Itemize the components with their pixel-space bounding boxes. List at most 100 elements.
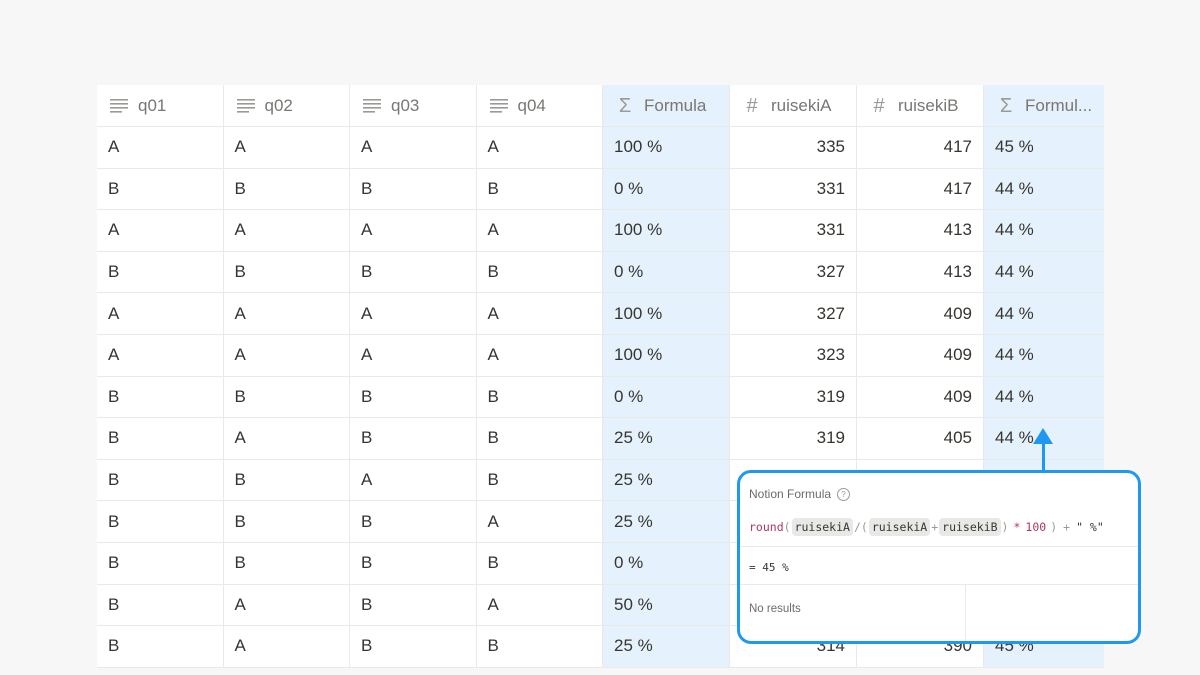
formula-expression[interactable]: round ( ruisekiA / ( ruisekiA + ruisekiB… — [749, 518, 1104, 536]
table-cell[interactable]: B — [477, 376, 603, 418]
table-cell[interactable]: 409 — [857, 293, 984, 334]
table-cell[interactable]: 331 — [730, 210, 857, 251]
table-cell[interactable]: 44 % — [984, 376, 1104, 418]
table-cell[interactable]: 327 — [730, 293, 857, 334]
table-cell[interactable]: B — [97, 584, 224, 626]
table-cell[interactable]: A — [224, 584, 350, 626]
table-cell[interactable]: A — [224, 210, 350, 251]
table-row[interactable]: A A A A 100 % 327 409 44 % — [97, 293, 1104, 335]
table-cell[interactable]: B — [97, 418, 224, 459]
table-cell[interactable]: B — [477, 251, 603, 293]
table-row[interactable]: B A B B 25 % 319 405 44 % — [97, 418, 1104, 460]
table-cell[interactable]: A — [350, 210, 477, 251]
table-cell[interactable]: A — [97, 334, 224, 376]
table-cell[interactable]: A — [350, 127, 477, 168]
table-cell[interactable]: B — [350, 376, 477, 418]
table-cell[interactable]: A — [224, 293, 350, 334]
table-cell[interactable]: B — [477, 168, 603, 210]
table-cell[interactable]: B — [97, 542, 224, 584]
table-cell[interactable]: 44 % — [984, 168, 1104, 210]
table-cell[interactable]: A — [97, 127, 224, 168]
table-cell[interactable]: A — [477, 334, 603, 376]
table-cell[interactable]: 413 — [857, 251, 984, 293]
table-cell[interactable]: A — [350, 293, 477, 334]
table-cell[interactable]: A — [477, 127, 603, 168]
table-cell[interactable]: B — [97, 251, 224, 293]
table-cell[interactable]: 44 % — [984, 334, 1104, 376]
table-cell[interactable]: B — [350, 584, 477, 626]
table-cell[interactable]: 50 % — [603, 584, 730, 626]
table-cell[interactable]: 44 % — [984, 293, 1104, 334]
table-cell[interactable]: 409 — [857, 334, 984, 376]
table-row[interactable]: A A A A 100 % 331 413 44 % — [97, 210, 1104, 252]
table-cell[interactable]: B — [97, 501, 224, 542]
table-cell[interactable]: 0 % — [603, 376, 730, 418]
table-cell[interactable]: A — [477, 210, 603, 251]
table-cell[interactable]: 0 % — [603, 168, 730, 210]
table-cell[interactable]: 335 — [730, 127, 857, 168]
table-cell[interactable]: 100 % — [603, 127, 730, 168]
table-cell[interactable]: 323 — [730, 334, 857, 376]
table-cell[interactable]: 44 % — [984, 210, 1104, 251]
table-cell[interactable]: B — [97, 376, 224, 418]
table-cell[interactable]: A — [477, 501, 603, 542]
table-row[interactable]: BBBB0 % 319 409 44 % — [97, 376, 1104, 419]
table-cell[interactable]: B — [224, 251, 350, 293]
column-header-2[interactable]: q02 — [224, 85, 350, 126]
table-cell[interactable]: 405 — [857, 418, 984, 459]
table-cell[interactable]: B — [224, 501, 350, 542]
table-cell[interactable]: B — [350, 542, 477, 584]
table-cell[interactable]: A — [224, 127, 350, 168]
table-cell[interactable]: B — [350, 501, 477, 542]
table-cell[interactable]: B — [224, 168, 350, 210]
table-cell[interactable]: 0 % — [603, 251, 730, 293]
table-cell[interactable]: A — [97, 293, 224, 334]
table-cell[interactable]: A — [477, 584, 603, 626]
table-cell[interactable]: 100 % — [603, 210, 730, 251]
table-cell[interactable]: B — [477, 626, 603, 667]
table-cell[interactable]: 0 % — [603, 542, 730, 584]
table-cell[interactable]: B — [477, 542, 603, 584]
table-cell[interactable]: 25 % — [603, 626, 730, 667]
table-cell[interactable]: B — [350, 251, 477, 293]
table-cell[interactable]: 45 % — [984, 127, 1104, 168]
table-cell[interactable]: B — [350, 626, 477, 667]
table-row[interactable]: BBBB0 % 331 417 44 % — [97, 168, 1104, 211]
column-header-3[interactable]: q03 — [350, 85, 477, 126]
table-cell[interactable]: 319 — [730, 418, 857, 459]
column-header-5[interactable]: Σ Formula — [603, 85, 730, 126]
column-header-7[interactable]: # ruisekiB — [857, 85, 984, 126]
table-cell[interactable]: B — [97, 168, 224, 210]
table-cell[interactable]: B — [477, 418, 603, 459]
table-cell[interactable]: B — [350, 168, 477, 210]
table-cell[interactable]: 417 — [857, 127, 984, 168]
table-cell[interactable]: A — [224, 626, 350, 667]
table-cell[interactable]: B — [477, 459, 603, 501]
column-header-4[interactable]: q04 — [477, 85, 603, 126]
table-cell[interactable]: A — [224, 334, 350, 376]
table-cell[interactable]: A — [224, 418, 350, 459]
table-cell[interactable]: A — [477, 293, 603, 334]
column-header-6[interactable]: # ruisekiA — [730, 85, 857, 126]
table-cell[interactable]: 327 — [730, 251, 857, 293]
table-cell[interactable]: A — [350, 334, 477, 376]
table-cell[interactable]: 319 — [730, 376, 857, 418]
table-cell[interactable]: 417 — [857, 168, 984, 210]
table-row[interactable]: A A A A 100 % 335 417 45 % — [97, 127, 1104, 169]
table-cell[interactable]: 44 % — [984, 251, 1104, 293]
table-cell[interactable]: 100 % — [603, 293, 730, 334]
table-cell[interactable]: A — [350, 459, 477, 501]
table-cell[interactable]: 331 — [730, 168, 857, 210]
help-icon[interactable]: ? — [837, 487, 851, 501]
table-cell[interactable]: B — [224, 459, 350, 501]
table-cell[interactable]: B — [97, 459, 224, 501]
table-cell[interactable]: 413 — [857, 210, 984, 251]
table-cell[interactable]: A — [97, 210, 224, 251]
table-cell[interactable]: B — [224, 376, 350, 418]
table-cell[interactable]: 25 % — [603, 418, 730, 459]
table-cell[interactable]: 409 — [857, 376, 984, 418]
column-header-1[interactable]: q01 — [97, 85, 224, 126]
table-cell[interactable]: 25 % — [603, 459, 730, 501]
table-row[interactable]: BBBB0 % 327 413 44 % — [97, 251, 1104, 294]
table-cell[interactable]: 100 % — [603, 334, 730, 376]
